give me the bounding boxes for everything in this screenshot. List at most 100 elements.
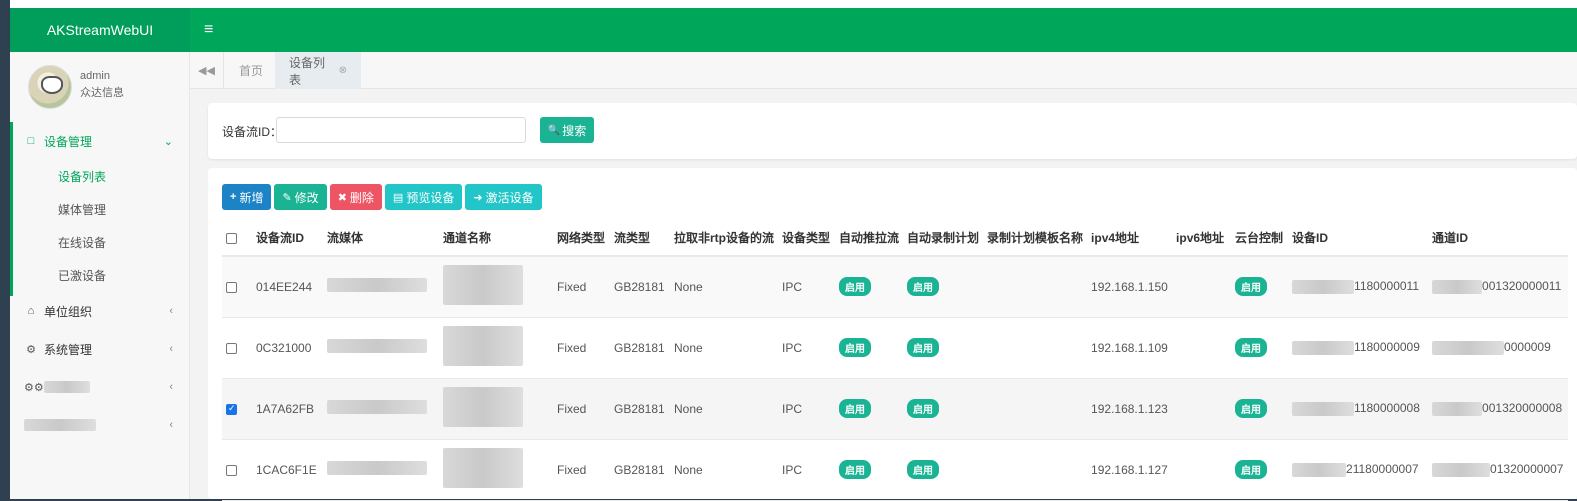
redacted-value (1292, 340, 1355, 355)
tabs-bar: ◀◀ 首页 设备列表 ⊗ (190, 52, 1577, 89)
sidebar-subitem-activated-devices[interactable]: 已激设备 (10, 259, 189, 292)
tab-label: 设备列表 (289, 55, 326, 87)
status-badge: 启用 (907, 338, 940, 357)
cell-stream-type: GB28181 (610, 317, 670, 379)
close-icon[interactable]: ⊗ (339, 65, 347, 76)
column-header[interactable]: 自动推拉流 (835, 220, 904, 257)
tab-scroll-left-icon[interactable]: ◀◀ (190, 52, 224, 89)
select-all-checkbox[interactable] (226, 232, 237, 244)
sidebar-subitem-online-devices[interactable]: 在线设备 (10, 226, 189, 259)
cell-ptz: 启用 (1231, 439, 1289, 501)
table-card: + 新增 ✎ 修改 ✖ 删除 ▤ 预览设备 ➜ 激活设备 设备流ID 流媒体 通道名称 网… (208, 168, 1577, 501)
tab-device-list[interactable]: 设备列表 ⊗ (275, 52, 361, 89)
chevron-left-icon: ‹ (169, 343, 173, 355)
table-row[interactable]: 1A7A62FB Fixed GB28181 None IPC 启用 启用 19… (222, 378, 1569, 440)
activate-button[interactable]: ➜ 激活设备 (465, 184, 542, 210)
redacted-value (1432, 280, 1483, 295)
column-header[interactable]: ipv6地址 (1172, 220, 1232, 257)
search-label: 设备流ID： (222, 125, 283, 139)
cell-template (983, 256, 1088, 318)
table-row[interactable]: 1CAC6F1E Fixed GB28181 None IPC 启用 启用 19… (222, 439, 1569, 501)
row-checkbox[interactable] (226, 464, 237, 476)
activate-button-label: 激活设备 (485, 190, 534, 205)
redacted-value (327, 400, 427, 414)
sidebar-item-device-management[interactable]: □ 设备管理 ⌄ (10, 122, 189, 160)
column-header[interactable]: 录制计划模板名称 (983, 220, 1088, 257)
column-header[interactable]: 云台控制 (1231, 220, 1289, 257)
user-org: 众达信息 (80, 87, 124, 99)
cell-ipv6 (1172, 256, 1232, 318)
redacted-value (1432, 340, 1505, 355)
cell-media (323, 439, 439, 501)
row-checkbox[interactable] (226, 282, 237, 294)
home-icon: ⌂ (27, 305, 35, 317)
menu-toggle-icon[interactable]: ≡ (204, 20, 213, 40)
user-name: admin (80, 70, 110, 82)
status-badge: 启用 (907, 399, 940, 418)
sidebar-item-organization[interactable]: ⌂ 单位组织 ‹ (10, 292, 189, 330)
sidebar-item-redacted-2[interactable]: ‹ (10, 406, 189, 444)
cell-ipv4: 192.168.1.109 (1087, 317, 1173, 379)
cell-template (983, 378, 1088, 440)
status-badge: 启用 (1235, 460, 1268, 479)
cell-stream-type: GB28181 (610, 378, 670, 440)
search-button[interactable]: 🔍 搜索 (540, 117, 594, 143)
column-header[interactable]: 流类型 (610, 220, 670, 257)
cell-ptz: 启用 (1231, 378, 1289, 440)
row-select-cell (222, 378, 252, 440)
sidebar-item-system-management[interactable]: ⚙ 系统管理 ‹ (10, 330, 189, 368)
redacted-value (443, 265, 523, 306)
column-header[interactable]: 自动录制计划 (903, 220, 984, 257)
file-icon: ▤ (392, 191, 404, 204)
status-badge: 启用 (907, 277, 940, 297)
row-select-cell (222, 439, 252, 501)
gear-icon: ⚙ (26, 343, 36, 356)
column-header[interactable]: 拉取非rtp设备的流 (670, 220, 778, 257)
chevron-left-icon: ‹ (169, 381, 173, 393)
row-select-cell (222, 317, 252, 379)
cell-pull: None (670, 256, 778, 318)
column-header[interactable]: 网络类型 (553, 220, 610, 257)
channel-id-suffix: 001320000011 (1482, 279, 1562, 294)
status-badge: 启用 (1235, 277, 1268, 297)
tab-home[interactable]: 首页 (225, 52, 277, 89)
cell-stream-id: 1CAC6F1E (252, 439, 323, 501)
table-row[interactable]: 014EE244 Fixed GB28181 None IPC 启用 启用 19… (222, 256, 1569, 318)
redacted-label (44, 381, 90, 393)
add-button[interactable]: + 新增 (222, 184, 272, 210)
delete-button[interactable]: ✖ 删除 (329, 184, 382, 210)
cell-media (323, 317, 439, 379)
column-header[interactable]: 通道名称 (439, 220, 553, 257)
column-header[interactable]: 设备流ID (252, 220, 323, 257)
sidebar-item-label: 系统管理 (44, 342, 93, 357)
cell-stream-type: GB28181 (610, 256, 670, 318)
redacted-value (327, 339, 427, 353)
row-checkbox[interactable] (226, 342, 237, 354)
redacted-value (443, 448, 523, 488)
column-header[interactable]: ipv4地址 (1087, 220, 1173, 257)
sidebar-subitem-device-list[interactable]: 设备列表 (10, 160, 189, 193)
status-badge: 启用 (1235, 399, 1268, 418)
search-icon: 🔍 (547, 124, 561, 136)
row-select-cell (222, 256, 252, 318)
cell-channel-name (439, 439, 553, 501)
nav-group-device-management: □ 设备管理 ⌄ 设备列表 媒体管理 在线设备 已激设备 (10, 122, 189, 296)
edit-button[interactable]: ✎ 修改 (274, 184, 327, 210)
times-icon: ✖ (337, 191, 347, 204)
column-header[interactable]: 设备ID (1288, 220, 1429, 257)
column-header[interactable]: 流媒体 (323, 220, 439, 257)
redacted-value (1432, 401, 1483, 416)
status-badge: 启用 (907, 460, 940, 479)
preview-button[interactable]: ▤ 预览设备 (384, 184, 463, 210)
column-header[interactable]: 设备类型 (778, 220, 835, 257)
table-row[interactable]: 0C321000 Fixed GB28181 None IPC 启用 启用 19… (222, 317, 1569, 379)
avatar[interactable] (28, 65, 72, 109)
cell-network-type: Fixed (553, 317, 610, 379)
sidebar-item-redacted-1[interactable]: ⚙⚙ ‹ (10, 368, 189, 406)
sidebar-subitem-media-management[interactable]: 媒体管理 (10, 193, 189, 226)
column-header[interactable]: 通道ID (1428, 220, 1569, 257)
search-input[interactable] (276, 117, 526, 143)
delete-button-label: 删除 (349, 190, 374, 205)
row-checkbox[interactable] (226, 403, 237, 415)
cell-auto-push: 启用 (835, 317, 904, 379)
